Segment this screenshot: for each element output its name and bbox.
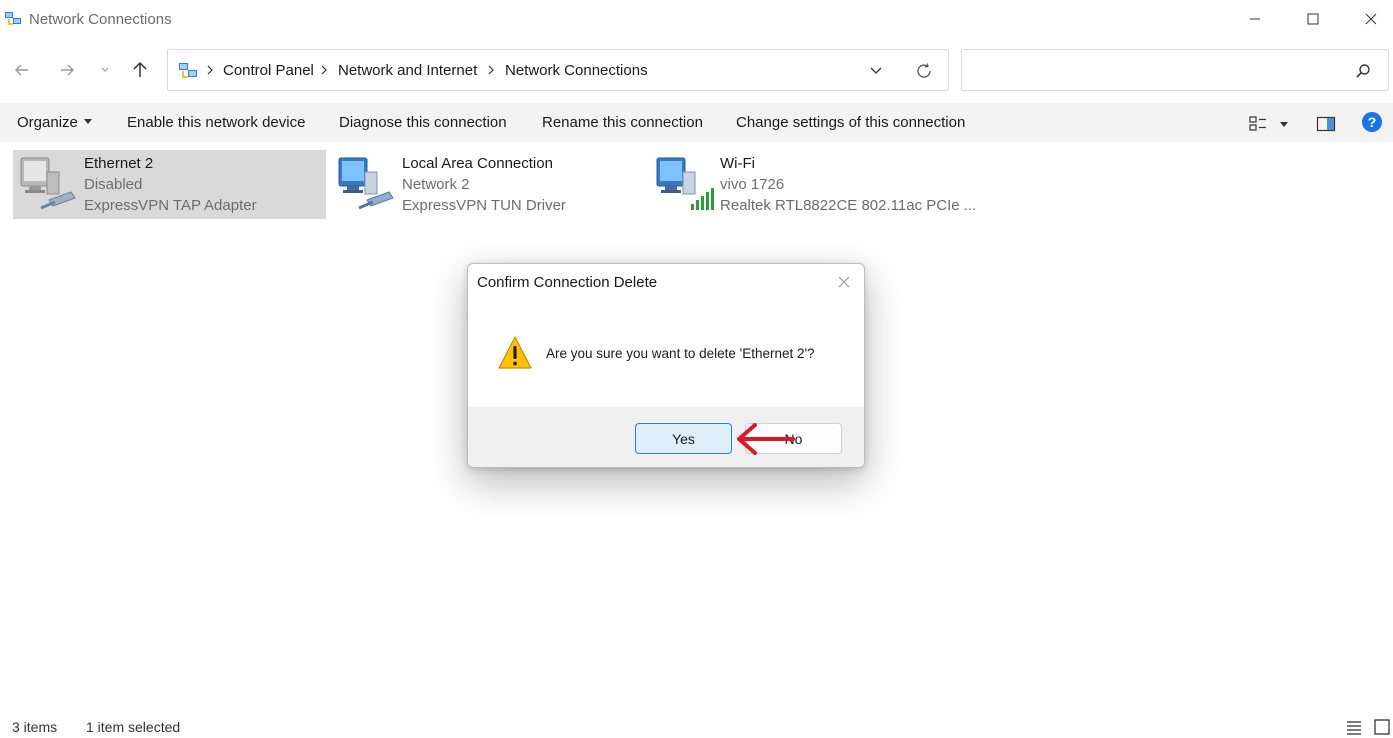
arrow-right-icon <box>61 64 74 76</box>
arrow-up-icon <box>133 61 147 77</box>
caret-down-icon <box>1280 122 1288 127</box>
organize-label: Organize <box>17 114 78 131</box>
address-bar[interactable]: Control Panel Network and Internet Netwo… <box>167 49 949 91</box>
ethernet-disabled-icon <box>20 157 76 210</box>
breadcrumb-network-connections[interactable]: Network Connections <box>505 62 648 79</box>
warning-icon <box>498 336 532 369</box>
annotation-arrow-icon <box>737 423 795 455</box>
selected-count: 1 item selected <box>86 719 181 735</box>
chevron-down-icon <box>101 67 109 72</box>
connection-name: Wi-Fi <box>720 155 755 172</box>
dialog-footer: Yes No <box>468 407 864 467</box>
search-box[interactable] <box>961 49 1389 91</box>
title-bar: Network Connections <box>0 0 1393 40</box>
status-bar: 3 items 1 item selected <box>0 716 1393 738</box>
large-icons-view-icon[interactable] <box>1373 718 1391 736</box>
connection-name: Local Area Connection <box>402 155 553 172</box>
svg-text:?: ? <box>1368 114 1377 130</box>
breadcrumb-network-and-internet[interactable]: Network and Internet <box>338 62 477 79</box>
rename-connection-button[interactable]: Rename this connection <box>542 114 703 131</box>
diagnose-connection-button[interactable]: Diagnose this connection <box>339 114 507 131</box>
maximize-button[interactable] <box>1284 0 1342 38</box>
help-button[interactable]: ? <box>1361 111 1383 133</box>
search-icon <box>1356 64 1370 78</box>
connection-status: vivo 1726 <box>720 176 785 193</box>
yes-button[interactable]: Yes <box>635 423 732 454</box>
confirm-delete-dialog: Confirm Connection Delete Are you sure y… <box>467 263 865 468</box>
network-connections-icon <box>179 63 197 78</box>
chevron-right-icon <box>207 65 213 75</box>
close-icon <box>838 276 850 288</box>
connection-name: Ethernet 2 <box>84 155 154 172</box>
connection-device: ExpressVPN TUN Driver <box>402 197 566 214</box>
minimize-button[interactable] <box>1226 0 1284 38</box>
dialog-message: Are you sure you want to delete 'Etherne… <box>546 346 815 361</box>
close-icon <box>1365 13 1377 25</box>
breadcrumb-control-panel[interactable]: Control Panel <box>223 62 314 79</box>
dialog-close-button[interactable] <box>834 272 854 292</box>
arrow-left-icon <box>15 64 28 76</box>
maximize-icon <box>1307 13 1319 25</box>
view-options-icon <box>1249 116 1266 131</box>
close-button[interactable] <box>1342 0 1393 38</box>
refresh-button[interactable] <box>912 59 936 83</box>
dialog-title: Confirm Connection Delete <box>477 274 658 291</box>
connection-device: ExpressVPN TAP Adapter <box>84 197 257 214</box>
preview-pane-icon <box>1316 116 1336 132</box>
back-button[interactable] <box>8 56 36 84</box>
connection-status: Disabled <box>84 176 143 193</box>
chevron-right-icon <box>488 65 494 75</box>
minimize-icon <box>1250 18 1260 20</box>
item-count: 3 items <box>12 719 58 735</box>
address-history-button[interactable] <box>864 60 888 82</box>
connection-device: Realtek RTL8822CE 802.11ac PCIe ... <box>720 197 977 214</box>
refresh-icon <box>917 63 931 78</box>
preview-pane-button[interactable] <box>1316 113 1336 135</box>
change-settings-button[interactable]: Change settings of this connection <box>736 114 965 131</box>
chevron-right-icon <box>321 65 327 75</box>
ethernet-icon <box>338 157 394 210</box>
connection-status: Network 2 <box>402 176 470 193</box>
connection-item-ethernet-2[interactable]: Ethernet 2 Disabled ExpressVPN TAP Adapt… <box>13 150 326 219</box>
change-view-button[interactable] <box>1248 113 1268 135</box>
enable-device-button[interactable]: Enable this network device <box>127 114 305 131</box>
command-bar: Organize Enable this network device Diag… <box>0 103 1393 142</box>
wifi-icon <box>656 157 714 210</box>
chevron-down-icon <box>870 67 882 74</box>
more-views-button[interactable] <box>1279 113 1289 135</box>
details-view-icon[interactable] <box>1345 718 1363 736</box>
search-input[interactable] <box>970 58 1340 82</box>
forward-button[interactable] <box>53 56 81 84</box>
up-button[interactable] <box>126 56 154 84</box>
connection-item-wifi[interactable]: Wi-Fi vivo 1726 Realtek RTL8822CE 802.11… <box>649 150 976 219</box>
caret-down-icon <box>83 118 92 124</box>
recent-locations-button[interactable] <box>91 56 119 84</box>
window-title: Network Connections <box>29 11 172 28</box>
connection-item-local-area-connection[interactable]: Local Area Connection Network 2 ExpressV… <box>331 150 641 219</box>
organize-menu[interactable]: Organize <box>17 114 92 131</box>
network-connections-icon <box>5 12 21 25</box>
help-icon: ? <box>1362 112 1382 132</box>
